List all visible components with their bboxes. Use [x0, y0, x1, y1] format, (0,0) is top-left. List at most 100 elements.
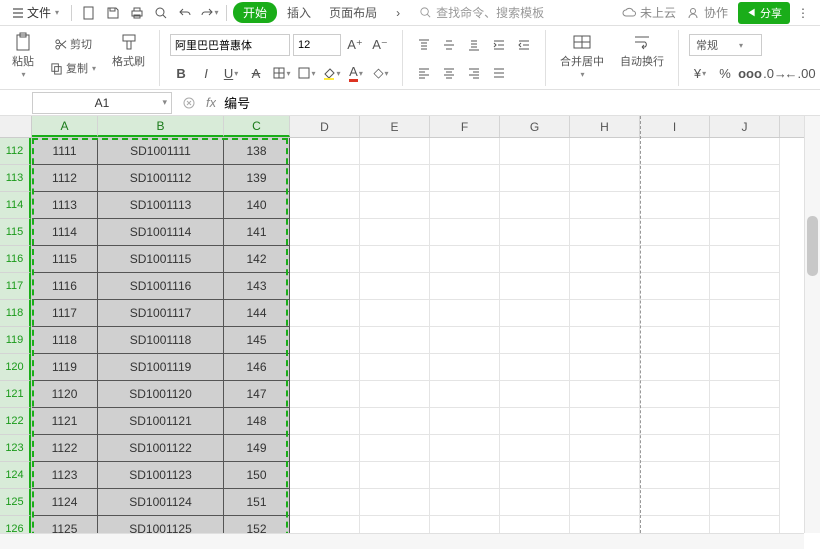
row-header[interactable]: 115: [0, 219, 31, 246]
decrease-decimal-button[interactable]: .0→: [764, 62, 786, 84]
cell[interactable]: 149: [224, 435, 290, 462]
bold-button[interactable]: B: [170, 62, 192, 84]
comma-button[interactable]: ooo: [739, 62, 761, 84]
cell[interactable]: [710, 300, 780, 327]
row-header[interactable]: 125: [0, 489, 31, 516]
cell[interactable]: 1111: [32, 138, 98, 165]
cell[interactable]: 143: [224, 273, 290, 300]
cell[interactable]: [290, 165, 360, 192]
cell[interactable]: [710, 435, 780, 462]
cell[interactable]: [290, 327, 360, 354]
cell[interactable]: 147: [224, 381, 290, 408]
cell[interactable]: [570, 408, 640, 435]
cell[interactable]: [570, 435, 640, 462]
cell[interactable]: [430, 138, 500, 165]
cell[interactable]: 1116: [32, 273, 98, 300]
cell[interactable]: [430, 300, 500, 327]
cell[interactable]: SD1001113: [98, 192, 224, 219]
cell[interactable]: [360, 435, 430, 462]
cell[interactable]: [290, 489, 360, 516]
cell[interactable]: [640, 138, 710, 165]
font-name-select[interactable]: [170, 34, 290, 56]
cell[interactable]: [360, 489, 430, 516]
fill-color-button[interactable]: ▾: [320, 62, 342, 84]
align-left-button[interactable]: [413, 62, 435, 84]
cell-reference-box[interactable]: A1 ▾: [32, 92, 172, 114]
cell[interactable]: [500, 354, 570, 381]
cell[interactable]: 1118: [32, 327, 98, 354]
cell[interactable]: [360, 300, 430, 327]
cell[interactable]: [640, 327, 710, 354]
cell[interactable]: [290, 219, 360, 246]
column-header-I[interactable]: I: [640, 116, 710, 137]
cell[interactable]: [360, 192, 430, 219]
cell[interactable]: SD1001120: [98, 381, 224, 408]
row-header[interactable]: 112: [0, 138, 31, 165]
print-button[interactable]: [126, 2, 148, 24]
cell[interactable]: [710, 165, 780, 192]
cell[interactable]: [500, 192, 570, 219]
cell[interactable]: [360, 408, 430, 435]
cell[interactable]: [290, 354, 360, 381]
cell[interactable]: [640, 300, 710, 327]
cell[interactable]: [430, 327, 500, 354]
cell[interactable]: 148: [224, 408, 290, 435]
scroll-thumb[interactable]: [807, 216, 818, 276]
row-header[interactable]: 113: [0, 165, 31, 192]
cell[interactable]: [430, 246, 500, 273]
cell[interactable]: [290, 192, 360, 219]
cell[interactable]: [570, 354, 640, 381]
cell[interactable]: [640, 354, 710, 381]
decrease-font-button[interactable]: A⁻: [369, 34, 391, 56]
cell[interactable]: [570, 165, 640, 192]
copy-button[interactable]: 复制▾: [46, 58, 100, 78]
font-color-button[interactable]: A▾: [345, 62, 367, 84]
cell[interactable]: 142: [224, 246, 290, 273]
row-header[interactable]: 123: [0, 435, 31, 462]
cell[interactable]: 150: [224, 462, 290, 489]
cell[interactable]: [640, 489, 710, 516]
cell[interactable]: [710, 138, 780, 165]
cell[interactable]: [360, 354, 430, 381]
row-header[interactable]: 116: [0, 246, 31, 273]
row-header[interactable]: 119: [0, 327, 31, 354]
cell[interactable]: [710, 354, 780, 381]
horizontal-scrollbar[interactable]: [0, 533, 804, 549]
cell[interactable]: [430, 273, 500, 300]
column-header-F[interactable]: F: [430, 116, 500, 137]
cell[interactable]: [430, 219, 500, 246]
cell[interactable]: [640, 462, 710, 489]
column-header-D[interactable]: D: [290, 116, 360, 137]
cell[interactable]: [500, 219, 570, 246]
cell[interactable]: [360, 381, 430, 408]
align-right-button[interactable]: [463, 62, 485, 84]
cell[interactable]: [290, 435, 360, 462]
align-top-button[interactable]: [413, 34, 435, 56]
cell[interactable]: 141: [224, 219, 290, 246]
wrap-text-button[interactable]: 自动换行: [616, 30, 668, 71]
cell[interactable]: 1124: [32, 489, 98, 516]
row-header[interactable]: 118: [0, 300, 31, 327]
cell[interactable]: [710, 489, 780, 516]
cell[interactable]: 146: [224, 354, 290, 381]
cell[interactable]: [710, 381, 780, 408]
cell[interactable]: [500, 435, 570, 462]
cell[interactable]: [570, 381, 640, 408]
cell[interactable]: [360, 219, 430, 246]
save-button[interactable]: [102, 2, 124, 24]
italic-button[interactable]: I: [195, 62, 217, 84]
row-header[interactable]: 114: [0, 192, 31, 219]
cell[interactable]: 140: [224, 192, 290, 219]
cell[interactable]: [360, 273, 430, 300]
column-header-B[interactable]: B: [98, 116, 224, 137]
cell[interactable]: 1113: [32, 192, 98, 219]
cell[interactable]: [290, 300, 360, 327]
row-header[interactable]: 120: [0, 354, 31, 381]
fx-icon[interactable]: fx: [206, 95, 216, 110]
paste-button[interactable]: 粘贴▾: [8, 30, 38, 81]
tab-start[interactable]: 开始: [233, 2, 277, 23]
print-preview-button[interactable]: [150, 2, 172, 24]
more-menu-button[interactable]: ⋮: [792, 2, 814, 24]
column-header-A[interactable]: A: [32, 116, 98, 137]
cell[interactable]: [430, 165, 500, 192]
